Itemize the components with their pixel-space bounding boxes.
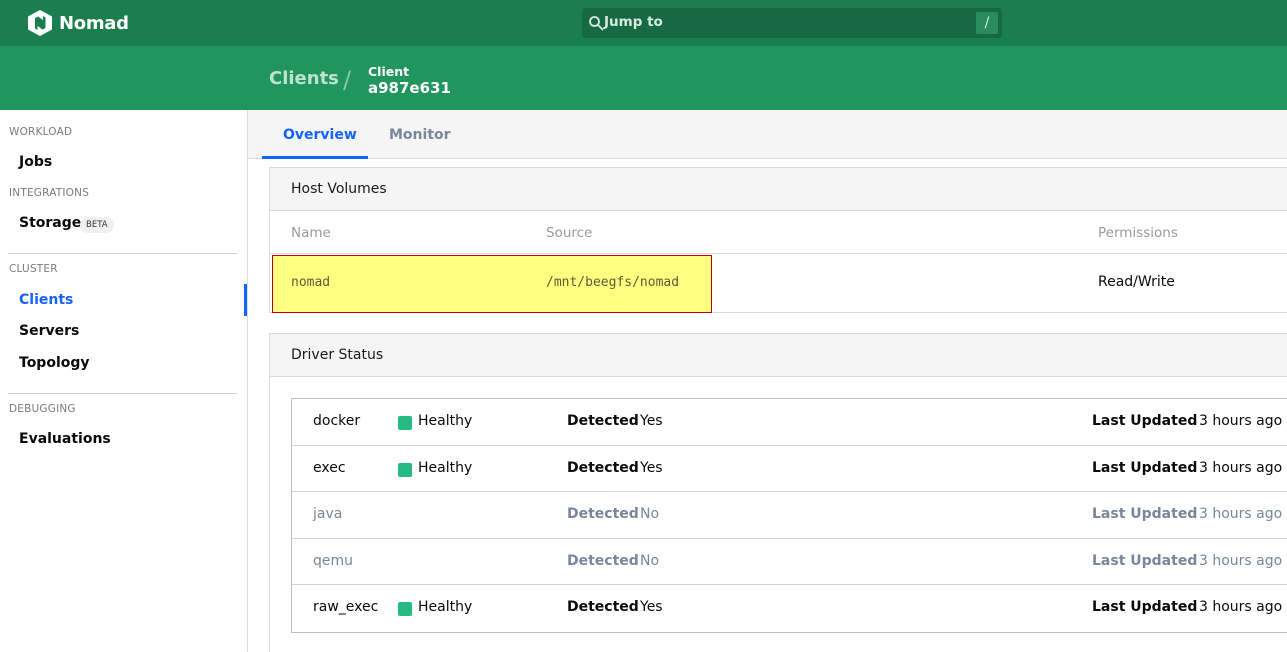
- driver-status-panel: Driver Status docker Healthy Detected Yes La…: [269, 333, 1287, 652]
- last-updated-label: Last Updated: [1092, 506, 1198, 523]
- healthy-status-icon: [398, 462, 412, 477]
- volume-permissions: Read/Write: [1098, 274, 1175, 290]
- last-updated-value: 3 hours ago: [1199, 413, 1283, 429]
- driver-health: Healthy: [418, 413, 473, 429]
- detected-label: Detected: [567, 552, 639, 569]
- last-updated-label: Last Updated: [1092, 552, 1198, 569]
- breadcrumb: Clients / Client a987e631: [0, 46, 1287, 110]
- driver-status-title: Driver Status: [270, 334, 1287, 377]
- volume-source: /mnt/beegfs/nomad: [546, 275, 680, 290]
- column-header-permissions: Permissions: [1098, 225, 1178, 241]
- healthy-status-icon: [398, 602, 412, 617]
- tab-overview[interactable]: Overview: [283, 127, 357, 143]
- last-updated-label: Last Updated: [1092, 413, 1198, 429]
- table-row: nomad /mnt/beegfs/nomad Read/Write: [270, 254, 1287, 314]
- top-nav: Nomad Jump to /: [0, 0, 1287, 46]
- search-box[interactable]: Jump to /: [582, 8, 1002, 38]
- detected-value: Yes: [640, 413, 663, 429]
- driver-name: qemu: [313, 552, 354, 569]
- driver-name: docker: [313, 413, 361, 429]
- volume-name: nomad: [291, 275, 331, 290]
- sidebar-divider: [8, 393, 237, 394]
- nomad-logo-icon: [28, 10, 52, 36]
- sidebar-item-topology[interactable]: Topology: [19, 355, 90, 371]
- host-volumes-panel: Host Volumes Name Source Permissions nom…: [269, 167, 1287, 313]
- driver-table: docker Healthy Detected Yes Last Updated 3 ho…: [291, 398, 1287, 633]
- column-header-source: Source: [546, 225, 593, 241]
- search-shortcut-key: /: [976, 12, 998, 34]
- driver-health: Healthy: [418, 459, 473, 476]
- sidebar-item-storage[interactable]: Storage: [19, 215, 81, 231]
- sidebar: WORKLOAD Jobs INTEGRATIONS Storage BETA …: [0, 110, 248, 652]
- detected-value: Yes: [640, 459, 663, 476]
- search-icon: [589, 16, 604, 31]
- detected-label: Detected: [567, 413, 639, 429]
- sidebar-item-jobs[interactable]: Jobs: [19, 154, 52, 170]
- tab-monitor[interactable]: Monitor: [389, 127, 451, 143]
- driver-row[interactable]: java Detected No Last Updated 3 hours ago: [292, 492, 1287, 539]
- sidebar-active-indicator: [244, 284, 247, 316]
- beta-badge: BETA: [80, 217, 114, 233]
- driver-name: exec: [313, 459, 346, 476]
- last-updated-value: 3 hours ago: [1199, 552, 1283, 569]
- driver-name: java: [313, 506, 343, 523]
- main-content: Overview Monitor Host Volumes Name Sourc…: [248, 110, 1287, 652]
- sidebar-item-evaluations[interactable]: Evaluations: [19, 431, 111, 447]
- detected-label: Detected: [567, 506, 639, 523]
- breadcrumb-current-label: Client: [368, 64, 410, 79]
- sidebar-section-integrations: INTEGRATIONS: [9, 187, 90, 199]
- sidebar-item-clients[interactable]: Clients: [19, 292, 73, 308]
- column-header-name: Name: [291, 225, 331, 241]
- sidebar-section-debugging: DEBUGGING: [9, 403, 76, 415]
- driver-row[interactable]: exec Healthy Detected Yes Last Updated 3 hour…: [292, 446, 1287, 493]
- sidebar-divider: [8, 253, 237, 254]
- detected-value: No: [640, 506, 660, 523]
- detected-label: Detected: [567, 459, 639, 476]
- driver-row[interactable]: docker Healthy Detected Yes Last Updated 3 ho…: [292, 399, 1287, 446]
- last-updated-value: 3 hours ago: [1199, 599, 1283, 616]
- last-updated-label: Last Updated: [1092, 459, 1198, 476]
- brand-link[interactable]: Nomad: [28, 10, 129, 36]
- detected-label: Detected: [567, 599, 639, 616]
- last-updated-value: 3 hours ago: [1199, 459, 1283, 476]
- driver-name: raw_exec: [313, 599, 379, 616]
- sidebar-section-cluster: CLUSTER: [9, 263, 58, 275]
- driver-health: Healthy: [418, 599, 473, 616]
- driver-row[interactable]: raw_exec Healthy Detected Yes Last Updated 3 …: [292, 585, 1287, 632]
- breadcrumb-separator: /: [343, 66, 352, 94]
- search-placeholder: Jump to: [604, 14, 663, 30]
- detected-value: Yes: [640, 599, 663, 616]
- host-volumes-header-row: Name Source Permissions: [270, 211, 1287, 254]
- brand-name: Nomad: [59, 12, 129, 34]
- driver-row[interactable]: qemu Detected No Last Updated 3 hours ago: [292, 539, 1287, 586]
- detected-value: No: [640, 552, 660, 569]
- breadcrumb-clients-link[interactable]: Clients: [269, 68, 339, 89]
- tab-bar: Overview Monitor: [248, 110, 1287, 159]
- last-updated-label: Last Updated: [1092, 599, 1198, 616]
- host-volumes-title: Host Volumes: [270, 168, 1287, 211]
- healthy-status-icon: [398, 416, 412, 430]
- breadcrumb-client-id: a987e631: [368, 79, 451, 97]
- tab-active-underline: [262, 156, 368, 159]
- sidebar-item-servers[interactable]: Servers: [19, 323, 79, 339]
- sidebar-section-workload: WORKLOAD: [9, 126, 73, 138]
- last-updated-value: 3 hours ago: [1199, 506, 1283, 523]
